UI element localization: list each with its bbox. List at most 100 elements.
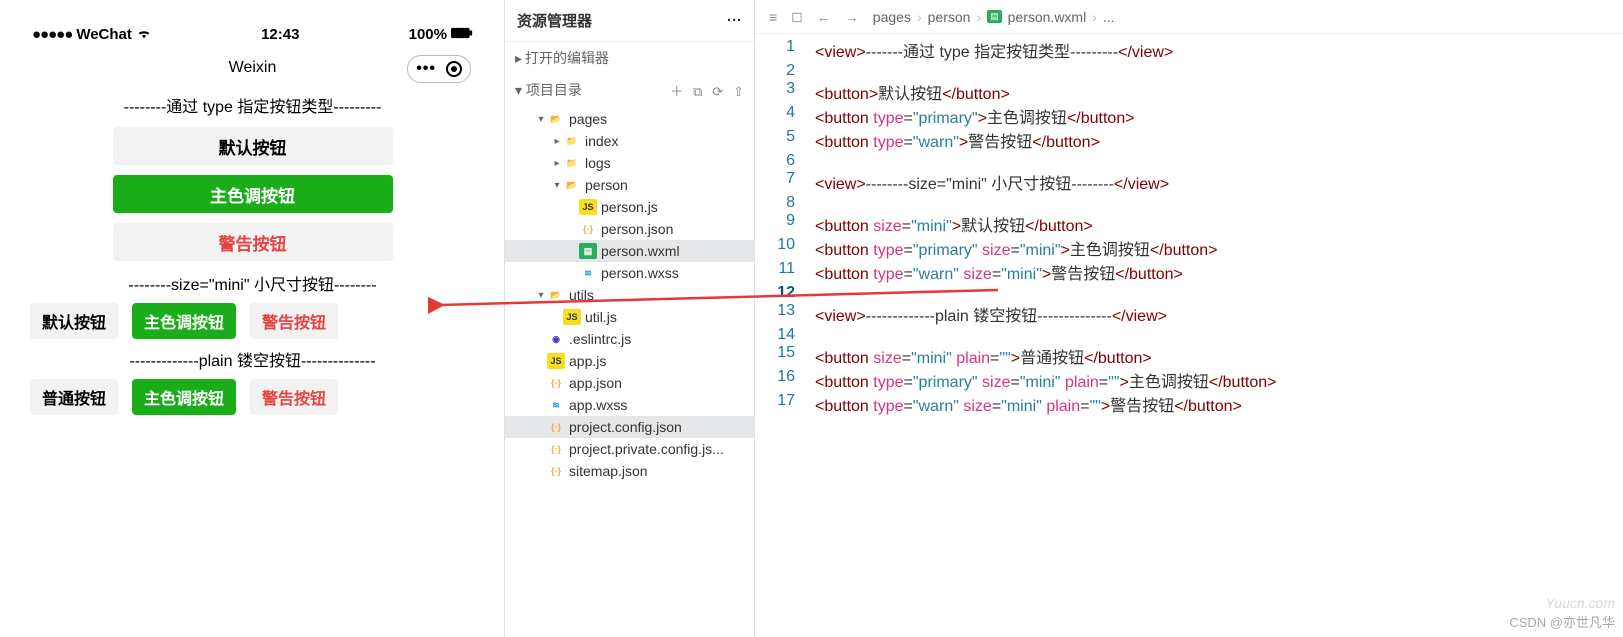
breadcrumb-segment[interactable]: pages <box>873 9 911 25</box>
tree-node[interactable]: JSperson.js <box>505 196 754 218</box>
tree-node-label: pages <box>569 111 607 127</box>
tree-node[interactable]: JSutil.js <box>505 306 754 328</box>
tree-node[interactable]: ▾📂utils <box>505 284 754 306</box>
code-line[interactable]: 6 <box>755 152 1623 170</box>
new-file-icon[interactable]: ＋ <box>670 84 683 99</box>
code-line[interactable]: 2 <box>755 62 1623 80</box>
default-button[interactable]: 默认按钮 <box>113 127 393 165</box>
code-text: <button type="primary" size="mini" plain… <box>815 368 1276 392</box>
line-number: 6 <box>755 152 815 170</box>
code-line[interactable]: 4<button type="primary">主色调按钮</button> <box>755 104 1623 128</box>
tree-node[interactable]: {·}app.json <box>505 372 754 394</box>
more-icon[interactable]: ··· <box>727 12 742 29</box>
code-line[interactable]: 15<button size="mini" plain="">普通按钮</but… <box>755 344 1623 368</box>
code-line[interactable]: 5<button type="warn">警告按钮</button> <box>755 128 1623 152</box>
tree-node-label: app.wxss <box>569 397 627 413</box>
tree-node[interactable]: ▾📂person <box>505 174 754 196</box>
capsule-menu[interactable]: ••• <box>407 55 471 83</box>
open-editors-section[interactable]: ▸ 打开的编辑器 <box>505 42 754 74</box>
code-area[interactable]: 1<view>-------通过 type 指定按钮类型---------</v… <box>755 34 1623 637</box>
code-line[interactable]: 12 <box>755 284 1623 302</box>
json-icon: {·} <box>547 419 565 435</box>
tree-node-label: project.config.json <box>569 419 682 435</box>
navbar-title: Weixin <box>229 59 277 76</box>
tree-node[interactable]: {·}person.json <box>505 218 754 240</box>
line-number: 15 <box>755 344 815 368</box>
line-number: 3 <box>755 80 815 104</box>
tree-node[interactable]: ▾📂pages <box>505 108 754 130</box>
code-line[interactable]: 16<button type="primary" size="mini" pla… <box>755 368 1623 392</box>
primary-button[interactable]: 主色调按钮 <box>113 175 393 213</box>
wxml-icon: ▤ <box>987 10 1002 23</box>
json-icon: {·} <box>547 375 565 391</box>
breadcrumb-segment[interactable]: person.wxml <box>1008 9 1087 25</box>
more-icon[interactable]: ••• <box>416 60 436 78</box>
code-text: <button>默认按钮</button> <box>815 80 1010 104</box>
folder-open-icon: 📂 <box>563 177 581 193</box>
line-number: 10 <box>755 236 815 260</box>
tree-node-label: sitemap.json <box>569 463 648 479</box>
code-line[interactable]: 7<view>--------size="mini" 小尺寸按钮--------… <box>755 170 1623 194</box>
chevron-right-icon: › <box>1092 9 1097 25</box>
signal-dots-icon: ●●●●● <box>32 26 72 43</box>
close-ring-icon[interactable] <box>446 61 462 77</box>
code-line[interactable]: 1<view>-------通过 type 指定按钮类型---------</v… <box>755 38 1623 62</box>
new-folder-icon[interactable]: ⧉ <box>693 84 702 99</box>
breadcrumb-segment[interactable]: ... <box>1103 9 1115 25</box>
warn-button[interactable]: 警告按钮 <box>113 223 393 261</box>
section-heading: --------size="mini" 小尺寸按钮-------- <box>20 271 485 295</box>
tree-node-label: index <box>585 133 618 149</box>
refresh-icon[interactable]: ⟳ <box>712 84 723 99</box>
tree-node[interactable]: {·}sitemap.json <box>505 460 754 482</box>
code-text: <view>-------------plain 镂空按钮-----------… <box>815 302 1167 326</box>
folder-icon: 📁 <box>563 133 581 149</box>
plain-default-button[interactable]: 普通按钮 <box>30 379 118 415</box>
nav-forward-icon[interactable]: → <box>845 9 859 25</box>
mini-primary-button[interactable]: 主色调按钮 <box>132 303 236 339</box>
code-text: <button size="mini">默认按钮</button> <box>815 212 1093 236</box>
tree-node[interactable]: ▸📁index <box>505 130 754 152</box>
chevron-icon: ▸ <box>551 136 563 147</box>
simulator-panel: ●●●●● WeChat 12:43 100% Weixin ••• -----… <box>0 0 505 637</box>
code-line[interactable]: 10<button type="primary" size="mini">主色调… <box>755 236 1623 260</box>
code-text: <button type="primary" size="mini">主色调按钮… <box>815 236 1218 260</box>
nav-back-icon[interactable]: ← <box>817 9 831 25</box>
code-text: <button size="mini" plain="">普通按钮</butto… <box>815 344 1152 368</box>
code-line[interactable]: 9<button size="mini">默认按钮</button> <box>755 212 1623 236</box>
line-number: 17 <box>755 392 815 416</box>
code-line[interactable]: 17<button type="warn" size="mini" plain=… <box>755 392 1623 416</box>
bookmark-icon[interactable]: ◻ <box>791 8 803 25</box>
plain-warn-button[interactable]: 警告按钮 <box>250 379 338 415</box>
tree-node[interactable]: ≋app.wxss <box>505 394 754 416</box>
collapse-icon[interactable]: ⇧ <box>733 84 744 99</box>
code-line[interactable]: 8 <box>755 194 1623 212</box>
breadcrumb[interactable]: pages›person›▤person.wxml›... <box>873 9 1115 25</box>
chevron-right-icon: ▸ <box>515 50 525 67</box>
tree-node[interactable]: ▸📁logs <box>505 152 754 174</box>
tree-node[interactable]: JSapp.js <box>505 350 754 372</box>
tree-node[interactable]: ≋person.wxss <box>505 262 754 284</box>
tree-node[interactable]: {·}project.private.config.js... <box>505 438 754 460</box>
breadcrumb-segment[interactable]: person <box>928 9 971 25</box>
plain-primary-button[interactable]: 主色调按钮 <box>132 379 236 415</box>
line-number: 8 <box>755 194 815 212</box>
folder-open-icon: 📂 <box>547 111 565 127</box>
mini-warn-button[interactable]: 警告按钮 <box>250 303 338 339</box>
code-text: <button type="primary">主色调按钮</button> <box>815 104 1135 128</box>
code-line[interactable]: 11<button type="warn" size="mini">警告按钮</… <box>755 260 1623 284</box>
list-icon[interactable]: ≡ <box>769 9 777 25</box>
eslint-icon: ◉ <box>547 331 565 347</box>
code-line[interactable]: 3<button>默认按钮</button> <box>755 80 1623 104</box>
code-line[interactable]: 14 <box>755 326 1623 344</box>
code-line[interactable]: 13<view>-------------plain 镂空按钮---------… <box>755 302 1623 326</box>
tree-node-label: person.wxml <box>601 243 680 259</box>
wxss-icon: ≋ <box>579 265 597 281</box>
file-tree: ▾📂pages▸📁index▸📁logs▾📂personJSperson.js{… <box>505 106 754 484</box>
mini-default-button[interactable]: 默认按钮 <box>30 303 118 339</box>
tree-node[interactable]: ◉.eslintrc.js <box>505 328 754 350</box>
project-root-section[interactable]: ▾ 项目目录 ＋ ⧉ ⟳ ⇧ <box>505 74 754 106</box>
tree-node[interactable]: {·}project.config.json <box>505 416 754 438</box>
tree-node[interactable]: ▤person.wxml <box>505 240 754 262</box>
status-bar: ●●●●● WeChat 12:43 100% <box>20 20 485 49</box>
wxss-icon: ≋ <box>547 397 565 413</box>
